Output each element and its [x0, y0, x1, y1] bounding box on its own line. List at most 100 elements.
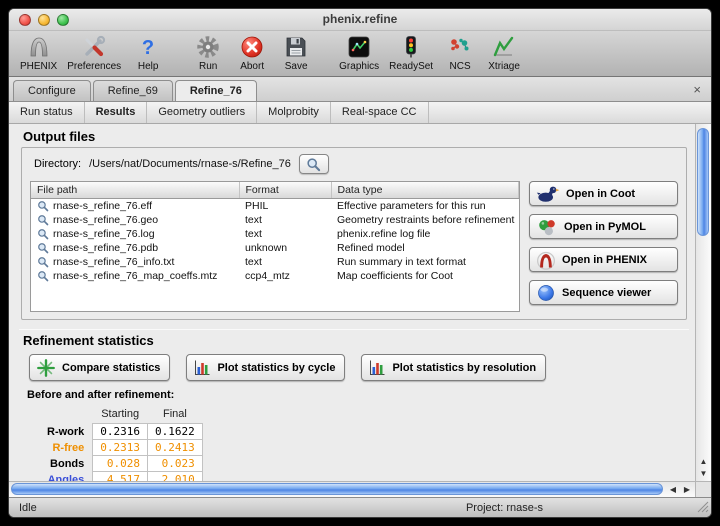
statistics-buttons: Compare statistics Plot statistics by cy… [29, 354, 691, 381]
subtab-run-status[interactable]: Run status [9, 102, 85, 123]
traffic-lights [19, 14, 69, 26]
stats-empty-header [45, 407, 93, 424]
stat-label: R-free [45, 440, 93, 456]
zoom-window-button[interactable] [57, 14, 69, 26]
file-format: text [239, 255, 331, 269]
status-text: Idle [19, 502, 37, 514]
subtab-molprobity[interactable]: Molprobity [257, 102, 331, 123]
scroll-up-arrow[interactable]: ▲ [696, 456, 711, 468]
scroll-left-arrow[interactable]: ◀ [666, 485, 680, 494]
refinement-statistics-heading: Refinement statistics [23, 333, 691, 348]
stat-starting-value: 4.517 [93, 472, 148, 482]
resize-grip-icon[interactable] [697, 501, 709, 516]
titlebar[interactable]: phenix.refine [9, 9, 711, 31]
subtab-real-space-cc[interactable]: Real-space CC [331, 102, 429, 123]
save-disk-icon [283, 32, 309, 61]
open-in-coot-button[interactable]: Open in Coot [529, 181, 678, 206]
stat-starting-value: 0.2313 [93, 440, 148, 456]
stat-label: R-work [45, 424, 93, 440]
file-datatype: Refined model [331, 241, 519, 255]
close-window-button[interactable] [19, 14, 31, 26]
magnifier-icon [37, 200, 49, 212]
table-row[interactable]: rnase-s_refine_76.eff PHIL Effective par… [31, 199, 519, 214]
stat-label: Angles [45, 472, 93, 482]
toolbar-button-run[interactable]: Run [186, 32, 230, 72]
table-row[interactable]: rnase-s_refine_76.log text phenix.refine… [31, 227, 519, 241]
file-name: rnase-s_refine_76.log [53, 228, 155, 240]
tab-refine-76[interactable]: Refine_76 [175, 80, 257, 101]
horizontal-scrollbar[interactable]: ◀ ▶ [9, 481, 695, 497]
file-format: text [239, 213, 331, 227]
toolbar-button-readyset[interactable]: ReadySet [384, 32, 438, 72]
toolbar-label: Help [138, 61, 159, 72]
bar-chart-icon [368, 359, 386, 377]
column-header-data-type[interactable]: Data type [331, 182, 519, 199]
app-window: phenix.refine PHENIX [8, 8, 712, 518]
file-format: PHIL [239, 199, 331, 214]
toolbar-button-graphics[interactable]: Graphics [334, 32, 384, 72]
toolbar-label: Run [199, 61, 217, 72]
tab-refine-69[interactable]: Refine_69 [93, 80, 173, 101]
scroll-down-arrow[interactable]: ▼ [696, 468, 711, 480]
file-name: rnase-s_refine_76_info.txt [53, 256, 174, 268]
tab-configure[interactable]: Configure [13, 80, 91, 101]
abort-x-icon [239, 32, 265, 61]
button-label: Open in Coot [566, 188, 635, 200]
table-row[interactable]: rnase-s_refine_76_info.txt text Run summ… [31, 255, 519, 269]
toolbar-button-help[interactable]: ? Help [126, 32, 170, 72]
table-row[interactable]: rnase-s_refine_76.geo text Geometry rest… [31, 213, 519, 227]
table-row[interactable]: rnase-s_refine_76_map_coeffs.mtz ccp4_mt… [31, 269, 519, 283]
stats-header-starting: Starting [93, 407, 148, 424]
button-label: Open in PHENIX [562, 254, 647, 266]
scrollbar-corner [695, 481, 711, 497]
toolbar: PHENIX Preferences ? [9, 31, 711, 77]
file-name: rnase-s_refine_76.pdb [53, 242, 158, 254]
toolbar-button-phenix[interactable]: PHENIX [15, 32, 62, 72]
toolbar-button-preferences[interactable]: Preferences [62, 32, 126, 72]
minimize-window-button[interactable] [38, 14, 50, 26]
plot-by-resolution-button[interactable]: Plot statistics by resolution [361, 354, 546, 381]
magnifier-icon [37, 270, 49, 282]
button-label: Plot statistics by resolution [392, 362, 536, 374]
file-name: rnase-s_refine_76.geo [53, 214, 158, 226]
stat-final-value: 0.2413 [148, 440, 203, 456]
vertical-scrollbar[interactable]: ▲ ▼ [695, 124, 711, 481]
stat-starting-value: 0.2316 [93, 424, 148, 440]
toolbar-button-abort[interactable]: Abort [230, 32, 274, 72]
button-label: Sequence viewer [562, 287, 651, 299]
column-header-format[interactable]: Format [239, 182, 331, 199]
phenix-red-arch-icon [536, 249, 556, 271]
plot-by-cycle-button[interactable]: Plot statistics by cycle [186, 354, 345, 381]
directory-row: Directory: /Users/nat/Documents/rnase-s/… [34, 154, 678, 174]
scroll-right-arrow[interactable]: ▶ [680, 485, 694, 494]
compare-statistics-button[interactable]: Compare statistics [29, 354, 170, 381]
ncs-molecules-icon [447, 32, 473, 61]
status-bar: Idle Project: rnase-s [9, 497, 711, 518]
open-in-pymol-button[interactable]: Open in PyMOL [529, 214, 678, 239]
subtab-geometry-outliers[interactable]: Geometry outliers [147, 102, 257, 123]
browse-directory-button[interactable] [299, 154, 329, 174]
graphics-screen-icon [346, 32, 372, 61]
toolbar-button-ncs[interactable]: NCS [438, 32, 482, 72]
coot-bird-icon [536, 183, 560, 205]
xtriage-plot-icon [491, 32, 517, 61]
table-row[interactable]: rnase-s_refine_76.pdb unknown Refined mo… [31, 241, 519, 255]
sequence-viewer-button[interactable]: Sequence viewer [529, 280, 678, 305]
magnifier-icon [37, 242, 49, 254]
column-header-file-path[interactable]: File path [31, 182, 239, 199]
directory-path: /Users/nat/Documents/rnase-s/Refine_76 [89, 158, 291, 170]
file-datatype: Effective parameters for this run [331, 199, 519, 214]
file-name: rnase-s_refine_76.eff [53, 200, 152, 212]
toolbar-button-xtriage[interactable]: Xtriage [482, 32, 526, 72]
close-tab-icon[interactable]: × [683, 82, 711, 97]
stats-row-r-free: R-free 0.2313 0.2413 [45, 440, 202, 456]
vertical-scrollbar-thumb[interactable] [697, 128, 709, 236]
horizontal-scrollbar-thumb[interactable] [11, 483, 663, 495]
open-in-phenix-button[interactable]: Open in PHENIX [529, 247, 678, 272]
file-format: text [239, 227, 331, 241]
file-name: rnase-s_refine_76_map_coeffs.mtz [53, 270, 217, 282]
toolbar-button-save[interactable]: Save [274, 32, 318, 72]
subtab-results[interactable]: Results [85, 102, 148, 123]
file-datatype: Geometry restraints before refinement [331, 213, 519, 227]
phenix-arch-icon [26, 32, 52, 61]
